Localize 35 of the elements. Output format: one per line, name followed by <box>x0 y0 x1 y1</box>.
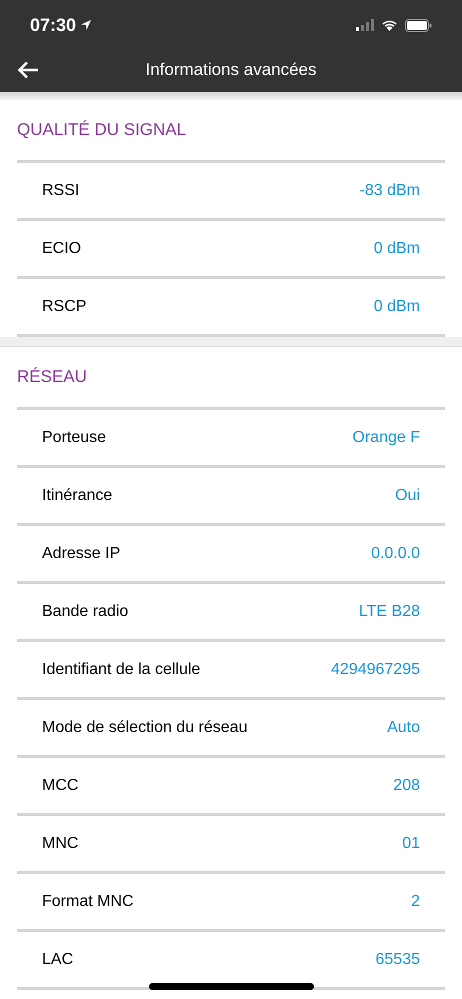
wifi-icon <box>381 19 398 31</box>
row-value: Orange F <box>352 428 420 448</box>
row-value: 4294967295 <box>331 660 420 680</box>
row-value: 2 <box>411 892 420 912</box>
row-value: 208 <box>393 776 420 796</box>
back-arrow-icon <box>17 61 39 79</box>
row-label: Porteuse <box>42 428 106 448</box>
row-label: ECIO <box>42 238 82 258</box>
page-title: Informations avancées <box>145 59 317 82</box>
row-label: Identifiant de la cellule <box>42 660 200 680</box>
row-label: MCC <box>42 776 78 796</box>
section-header: RÉSEAU <box>17 366 87 388</box>
row-label: Adresse IP <box>42 544 120 564</box>
row-label: LAC <box>42 950 74 970</box>
row-label: MNC <box>42 834 78 854</box>
battery-icon <box>405 18 432 32</box>
row-value: Auto <box>387 718 420 738</box>
row-value: 0 dBm <box>374 238 420 258</box>
signal-icon <box>356 19 374 31</box>
row-label: Itinérance <box>42 486 112 506</box>
row-label: Format MNC <box>42 892 134 912</box>
row-value: 65535 <box>376 950 420 970</box>
row-label: Mode de sélection du réseau <box>42 718 248 738</box>
row-value: 01 <box>402 834 420 854</box>
row-label: RSSI <box>42 180 80 200</box>
row-value: 0 dBm <box>374 296 420 316</box>
row-value: Oui <box>395 486 420 506</box>
row-label: RSCP <box>42 296 86 316</box>
row-value: 0.0.0.0 <box>371 544 420 564</box>
status-time: 07:30 <box>30 14 76 36</box>
location-arrow-icon <box>80 19 92 31</box>
row-value: -83 dBm <box>360 180 420 200</box>
row-label: Bande radio <box>42 602 128 622</box>
row-value: LTE B28 <box>358 602 420 622</box>
section-header: QUALITÉ DU SIGNAL <box>17 119 186 142</box>
